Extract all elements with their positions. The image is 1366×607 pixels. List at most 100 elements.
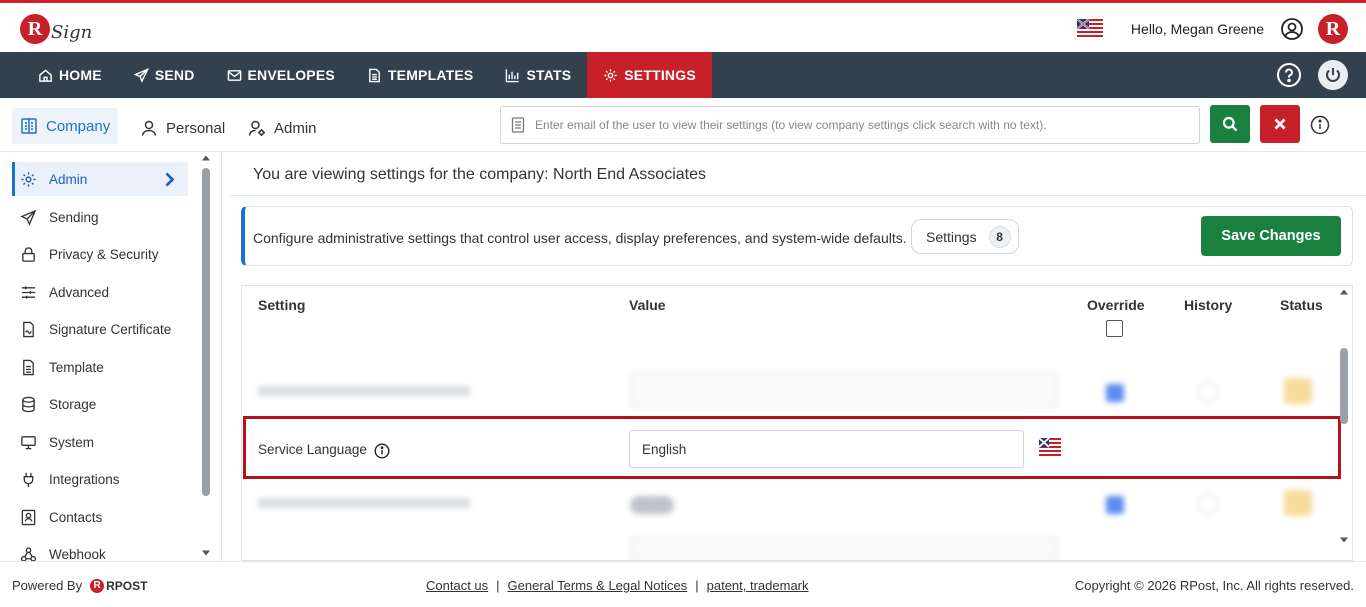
database-icon (22, 396, 35, 412)
help-icon[interactable] (1276, 62, 1302, 88)
nav-send[interactable]: SEND (118, 52, 211, 98)
table-scrollbar[interactable] (1337, 286, 1351, 548)
table-scroll-thumb[interactable] (1340, 348, 1348, 424)
brand-r-icon[interactable]: R (1318, 14, 1348, 44)
sidebar-item-system[interactable]: System (12, 425, 188, 459)
tab-company-label: Company (46, 117, 111, 135)
sidebar-item-label: System (49, 434, 95, 450)
contact-us-link[interactable]: Contact us (426, 578, 488, 593)
page-title: You are viewing settings for the company… (253, 166, 706, 183)
scroll-up-icon[interactable] (201, 154, 211, 162)
sidebar-item-privacy-security[interactable]: Privacy & Security (12, 237, 188, 271)
gear-icon (21, 171, 36, 187)
settings-label: Settings (926, 228, 977, 245)
main-navbar: HOME SEND ENVELOPES TEMPLATES STATS SETT… (0, 52, 1366, 98)
patent-trademark-link[interactable]: patent, trademark (707, 578, 809, 593)
rsign-logo[interactable]: R Sign (20, 9, 92, 49)
scroll-up-icon[interactable] (1339, 288, 1349, 296)
info-icon[interactable] (374, 443, 390, 459)
rpost-logo[interactable]: R RPOST (90, 578, 148, 593)
send-icon (133, 67, 149, 83)
sidebar-item-label: Contacts (49, 509, 103, 525)
sidebar-scroll-thumb[interactable] (202, 168, 210, 496)
close-icon (1274, 118, 1286, 130)
logout-button[interactable] (1318, 60, 1348, 90)
sidebar-item-label: Storage (49, 396, 97, 412)
sidebar-item-signature-certificate[interactable]: Signature Certificate (12, 312, 188, 346)
nav-stats-label: STATS (526, 67, 572, 83)
column-header-status: Status (1280, 297, 1323, 313)
sidebar-item-label: Sending (49, 209, 99, 225)
sidebar-item-label: Admin (49, 171, 88, 187)
column-header-setting: Setting (258, 297, 306, 313)
home-icon (39, 68, 52, 82)
nav-envelopes[interactable]: ENVELOPES (211, 52, 351, 98)
uk-flag-icon[interactable] (1076, 19, 1103, 39)
sidebar-item-template[interactable]: Template (12, 350, 188, 384)
blurred-setting-name (258, 386, 470, 396)
chevron-right-icon (165, 172, 175, 187)
clear-search-button[interactable] (1260, 105, 1300, 143)
blurred-value-select[interactable] (630, 536, 1058, 560)
template-icon (23, 359, 34, 375)
plug-icon (23, 472, 34, 487)
powered-by-label: Powered By (12, 578, 83, 593)
tab-personal[interactable]: Personal (132, 110, 233, 146)
document-icon (369, 68, 380, 82)
blurred-history-icon[interactable] (1198, 382, 1218, 402)
webhook-icon (20, 546, 37, 562)
sidebar-item-admin[interactable]: Admin (12, 162, 188, 196)
scroll-down-icon[interactable] (201, 549, 211, 557)
column-header-value: Value (629, 297, 666, 313)
sidebar-item-sending[interactable]: Sending (12, 200, 188, 234)
blurred-toggle[interactable] (630, 496, 674, 514)
settings-sidebar: Admin Sending Privacy & Security Advance… (0, 152, 222, 562)
sidebar-item-contacts[interactable]: Contacts (12, 500, 188, 534)
search-button[interactable] (1210, 105, 1250, 143)
blurred-value-select[interactable] (630, 372, 1058, 408)
user-profile-icon[interactable] (1280, 17, 1304, 41)
nav-templates[interactable]: TEMPLATES (351, 52, 490, 98)
rpost-logo-text: RPOST (106, 578, 148, 593)
nav-settings[interactable]: SETTINGS (587, 52, 712, 98)
logo-sign-text: Sign (51, 21, 93, 43)
save-changes-button[interactable]: Save Changes (1201, 216, 1341, 256)
tab-admin[interactable]: Admin (240, 110, 325, 146)
power-icon (1326, 68, 1340, 82)
service-language-field[interactable]: English (629, 430, 1024, 468)
nav-stats[interactable]: STATS (489, 52, 587, 98)
info-icon[interactable] (1310, 115, 1330, 135)
nav-home[interactable]: HOME (22, 52, 118, 98)
sidebar-item-storage[interactable]: Storage (12, 387, 188, 421)
gear-icon (604, 68, 617, 82)
user-email-search[interactable] (500, 106, 1200, 144)
terms-link[interactable]: General Terms & Legal Notices (508, 578, 688, 593)
column-header-override: Override (1087, 297, 1145, 313)
sidebar-item-label: Webhook (49, 546, 106, 562)
blurred-history-icon[interactable] (1198, 494, 1218, 514)
contacts-icon (21, 509, 36, 525)
powered-by: Powered By R RPOST (12, 578, 147, 593)
nav-settings-label: SETTINGS (624, 67, 696, 83)
building-icon (21, 118, 37, 134)
blurred-override-checkbox[interactable] (1106, 496, 1124, 514)
override-all-checkbox[interactable] (1106, 320, 1123, 337)
send-icon (20, 209, 37, 226)
tab-personal-label: Personal (166, 119, 226, 137)
description-text: Configure administrative settings that c… (253, 230, 907, 246)
service-language-label: Service Language (258, 442, 367, 457)
lock-icon (22, 246, 35, 262)
monitor-icon (21, 435, 36, 449)
scroll-down-icon[interactable] (1339, 536, 1349, 544)
sidebar-item-integrations[interactable]: Integrations (12, 462, 188, 496)
divider (230, 195, 1366, 196)
search-input[interactable] (535, 118, 1195, 132)
chart-icon (506, 68, 520, 82)
blurred-override-checkbox[interactable] (1106, 384, 1124, 402)
sliders-icon (21, 285, 36, 299)
tab-company[interactable]: Company (12, 108, 119, 144)
blurred-setting-name (258, 498, 470, 508)
sidebar-scrollbar[interactable] (199, 152, 213, 561)
sidebar-item-advanced[interactable]: Advanced (12, 275, 188, 309)
rpost-r-icon: R (90, 578, 105, 593)
